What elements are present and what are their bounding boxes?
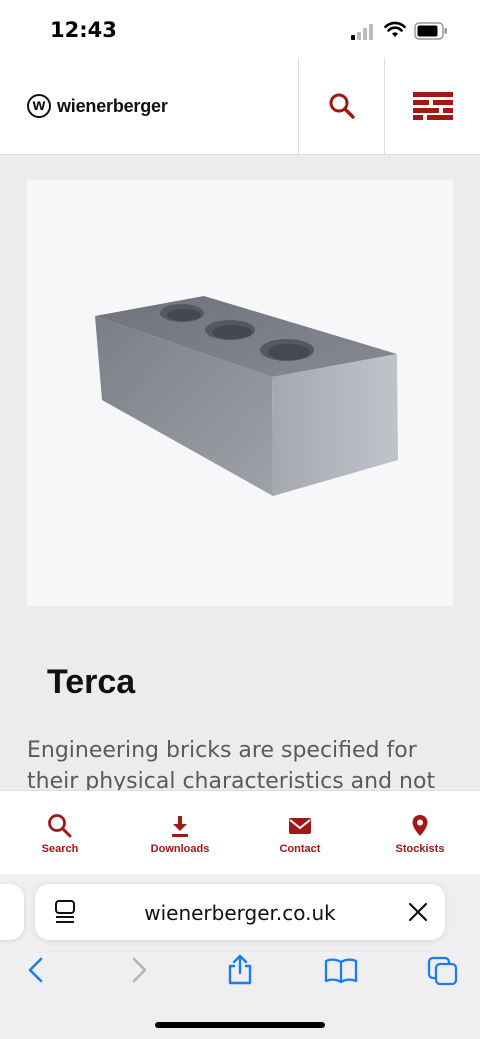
product-title: Terca — [47, 663, 136, 701]
menu-button[interactable] — [384, 58, 480, 154]
header-search-button[interactable] — [298, 58, 385, 154]
tabs-icon[interactable] — [427, 956, 459, 986]
share-icon[interactable] — [226, 952, 254, 986]
brick-image — [95, 296, 398, 496]
battery-icon — [414, 22, 447, 40]
brand-name: wienerberger — [57, 95, 168, 116]
bookmarks-icon[interactable] — [324, 956, 358, 984]
cellular-signal-icon — [351, 24, 373, 40]
back-icon[interactable] — [26, 956, 46, 984]
browser-toolbar: wienerberger.co.uk — [0, 874, 480, 1039]
download-icon — [172, 816, 188, 837]
nav-stockists[interactable]: Stockists — [370, 813, 470, 855]
product-image — [27, 180, 453, 606]
forward-icon[interactable] — [129, 956, 149, 984]
logo-mark-icon: w — [27, 94, 51, 118]
status-bar: 12:43 — [0, 0, 480, 58]
nav-downloads[interactable]: Downloads — [130, 813, 230, 855]
search-icon — [48, 814, 72, 838]
nav-label: Downloads — [150, 843, 210, 855]
envelope-icon — [289, 818, 311, 834]
nav-label: Contact — [279, 843, 321, 855]
brick-menu-icon — [413, 92, 453, 120]
nav-label: Search — [41, 843, 79, 855]
brand-logo[interactable]: w wienerberger — [27, 94, 168, 118]
wifi-icon — [384, 21, 406, 37]
location-pin-icon — [412, 815, 428, 836]
close-icon[interactable] — [407, 901, 429, 923]
search-icon — [329, 93, 355, 119]
home-indicator[interactable] — [155, 1022, 325, 1028]
bottom-nav: Search Downloads Contact Stockists — [0, 790, 480, 875]
address-bar[interactable]: wienerberger.co.uk — [35, 884, 445, 940]
nav-search[interactable]: Search — [10, 813, 110, 855]
status-time: 12:43 — [50, 18, 117, 42]
url-text: wienerberger.co.uk — [144, 901, 336, 925]
site-header: w wienerberger — [0, 58, 480, 155]
nav-label: Stockists — [395, 843, 445, 855]
nav-contact[interactable]: Contact — [250, 813, 350, 855]
previous-tab-card[interactable] — [0, 884, 24, 940]
